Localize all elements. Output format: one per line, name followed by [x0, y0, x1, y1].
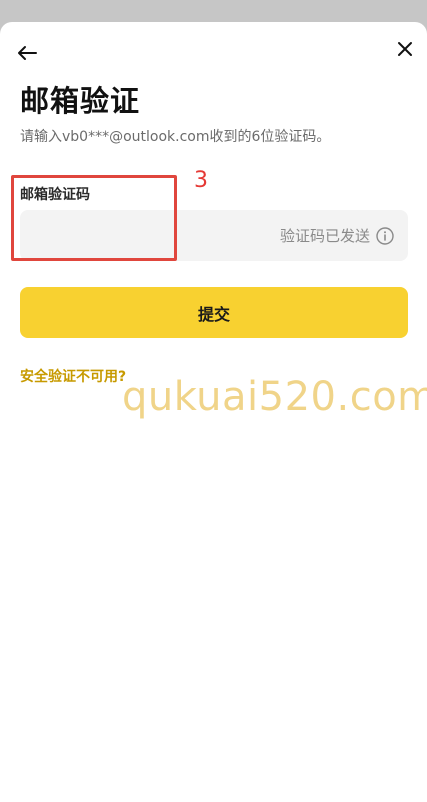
watermark: qukuai520.com — [122, 374, 427, 420]
arrow-left-icon — [18, 46, 37, 60]
submit-button[interactable]: 提交 — [20, 287, 408, 338]
page-title: 邮箱验证 — [20, 84, 141, 118]
annotation-step-number: 3 — [194, 168, 208, 193]
close-button[interactable] — [392, 36, 418, 62]
security-verification-unavailable-link[interactable]: 安全验证不可用? — [20, 366, 126, 386]
annotation-highlight-box — [11, 175, 177, 261]
close-icon — [398, 42, 412, 56]
page-subtitle: 请输入vb0***@outlook.com收到的6位验证码。 — [20, 129, 331, 145]
code-sent-status: 验证码已发送 — [280, 210, 394, 261]
code-sent-text: 验证码已发送 — [279, 227, 370, 245]
verification-sheet: 邮箱验证 请输入vb0***@outlook.com收到的6位验证码。 邮箱验证… — [0, 22, 427, 802]
back-button[interactable] — [14, 40, 40, 66]
info-icon[interactable] — [376, 226, 394, 245]
